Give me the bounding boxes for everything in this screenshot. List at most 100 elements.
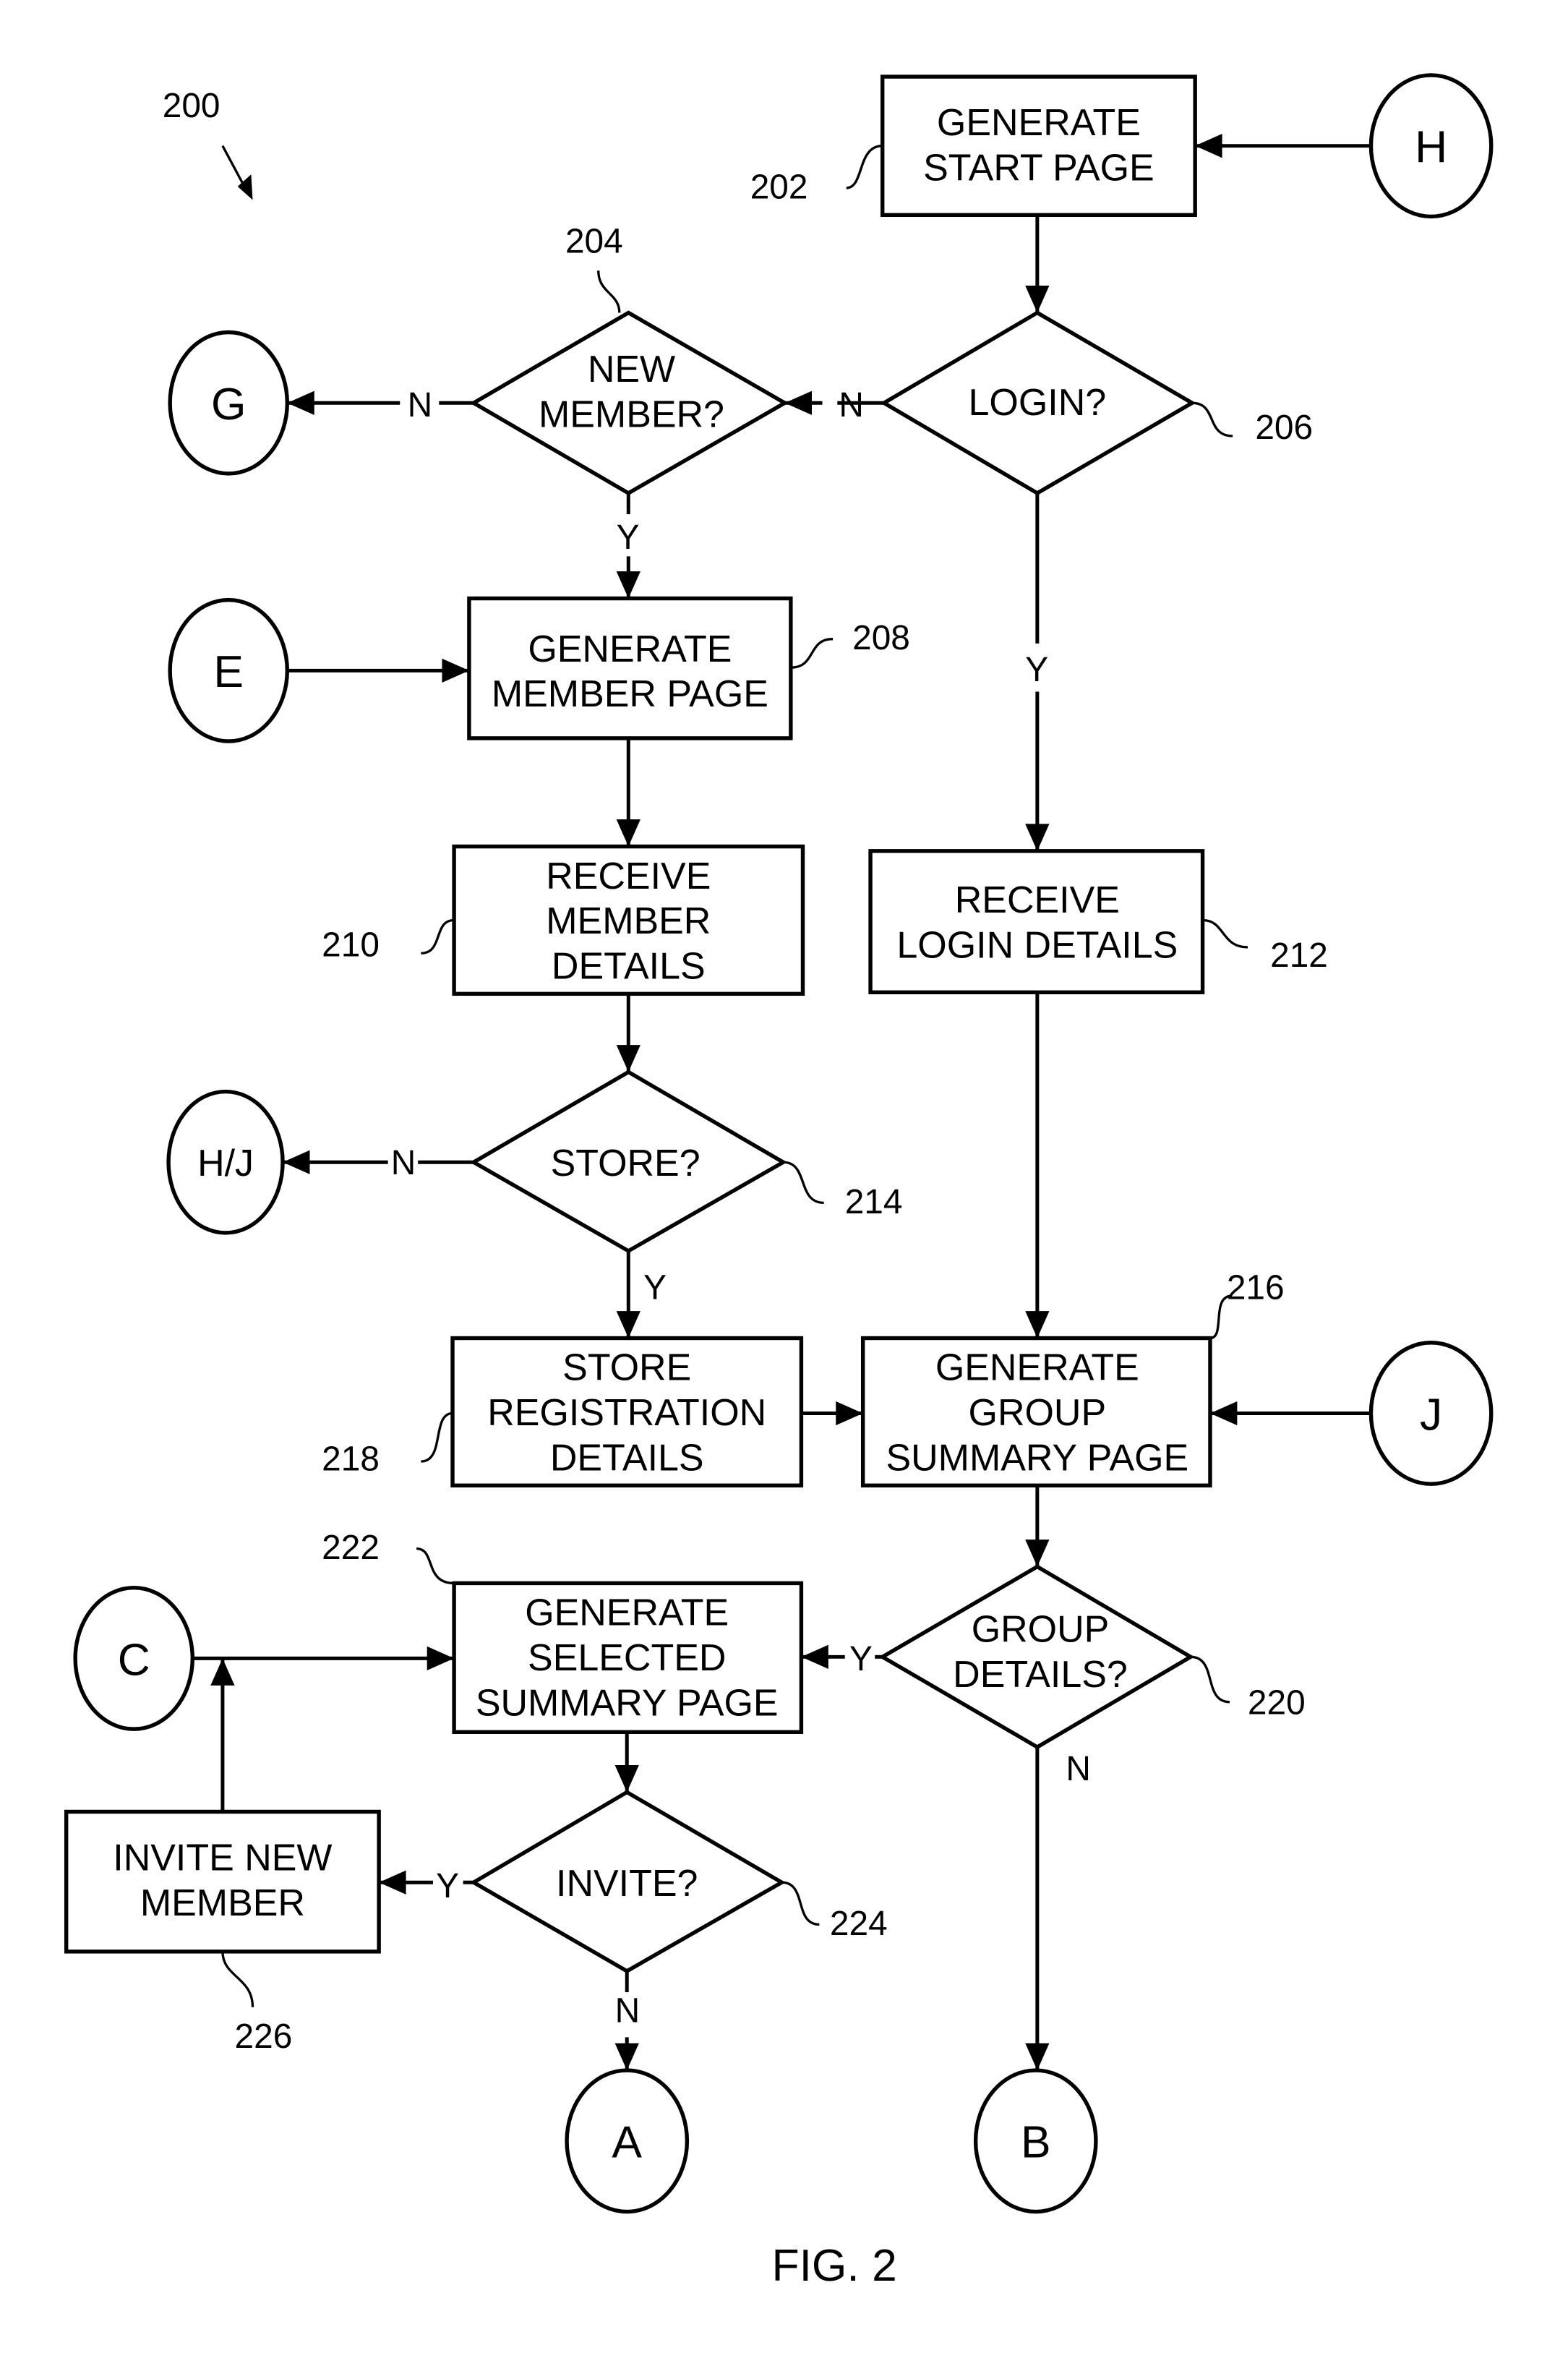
svg-text:STORE?: STORE? <box>551 1143 701 1184</box>
edge-216-to-220 <box>1025 1485 1050 1567</box>
svg-text:216: 216 <box>1227 1268 1285 1307</box>
connector-h: H <box>1368 73 1494 219</box>
edge-224-to-a-b <box>614 2037 639 2071</box>
svg-text:218: 218 <box>322 1440 380 1478</box>
svg-text:STORE: STORE <box>562 1347 691 1389</box>
svg-text:DETAILS?: DETAILS? <box>953 1654 1128 1696</box>
edge-c-to-222 <box>192 1646 455 1671</box>
edge-label-220-y: Y <box>849 1640 873 1678</box>
ref-206: 206 <box>1191 401 1313 447</box>
process-212-receive-login-details: RECEIVE LOGIN DETAILS <box>868 849 1205 994</box>
arrowhead-icon <box>616 1311 641 1338</box>
svg-text:222: 222 <box>322 1529 380 1567</box>
ref-204: 204 <box>565 222 623 313</box>
svg-text:202: 202 <box>750 168 808 206</box>
figure-label: FIG. 2 <box>772 2241 897 2291</box>
arrowhead-icon <box>836 1401 863 1426</box>
arrowhead-icon <box>379 1870 406 1895</box>
svg-text:NEW: NEW <box>588 349 675 390</box>
connector-hj: H/J <box>166 1089 285 1235</box>
svg-text:204: 204 <box>565 222 623 260</box>
edge-218-to-216 <box>801 1401 863 1426</box>
svg-text:LOGIN DETAILS: LOGIN DETAILS <box>896 924 1178 966</box>
edge-206-to-204-b <box>784 390 823 415</box>
svg-text:H: H <box>1415 123 1447 173</box>
ref-210: 210 <box>322 918 455 964</box>
arrowhead-icon <box>614 2043 639 2071</box>
svg-text:SELECTED: SELECTED <box>528 1637 726 1679</box>
edge-212-to-216 <box>1025 992 1050 1338</box>
arrowhead-icon <box>442 658 469 683</box>
svg-text:SUMMARY PAGE: SUMMARY PAGE <box>476 1682 779 1724</box>
ref-220: 220 <box>1190 1655 1306 1722</box>
arrowhead-icon <box>1025 286 1050 313</box>
process-210-receive-member-details: RECEIVE MEMBER DETAILS <box>452 844 805 996</box>
svg-text:E: E <box>213 647 244 697</box>
svg-text:H/J: H/J <box>197 1143 254 1184</box>
ref-212: 212 <box>1202 918 1328 975</box>
edge-202-to-206 <box>1025 215 1050 313</box>
svg-text:J: J <box>1420 1390 1442 1440</box>
svg-text:224: 224 <box>830 1905 888 1943</box>
process-208-generate-member-page: GENERATE MEMBER PAGE <box>467 596 793 740</box>
ref-224: 224 <box>781 1881 888 1943</box>
svg-text:RECEIVE: RECEIVE <box>955 879 1120 921</box>
arrowhead-icon <box>616 819 641 847</box>
svg-text:REGISTRATION: REGISTRATION <box>487 1392 766 1434</box>
svg-text:GENERATE: GENERATE <box>525 1592 729 1634</box>
connector-e: E <box>168 597 290 743</box>
arrowhead-icon <box>1025 1311 1050 1338</box>
arrowhead-icon <box>287 390 314 415</box>
connector-a: A <box>565 2068 690 2214</box>
decision-214-store: STORE? <box>469 1069 787 1254</box>
svg-text:GROUP: GROUP <box>969 1392 1107 1434</box>
edge-label-214-n: N <box>391 1144 416 1182</box>
edge-label-224-n: N <box>615 1992 641 2030</box>
flowchart: 200 GENERATE START PAGE NEW MEMBER? LOGI… <box>64 73 1494 2291</box>
arrowhead-icon <box>1025 1540 1050 1567</box>
decision-206-login: LOGIN? <box>880 310 1196 496</box>
connector-g: G <box>168 330 290 476</box>
svg-text:START PAGE: START PAGE <box>923 148 1154 189</box>
arrowhead-icon <box>1209 1401 1238 1426</box>
arrowhead-icon <box>1025 2043 1050 2071</box>
svg-text:GENERATE: GENERATE <box>935 1347 1139 1389</box>
svg-text:LOGIN?: LOGIN? <box>969 382 1107 424</box>
svg-text:SUMMARY PAGE: SUMMARY PAGE <box>886 1437 1188 1479</box>
svg-text:208: 208 <box>852 619 910 657</box>
figure-ref-label: 200 <box>163 87 220 125</box>
ref-214: 214 <box>783 1161 902 1221</box>
edge-208-to-210 <box>616 738 641 847</box>
edge-214-to-hj-b <box>283 1150 388 1174</box>
svg-text:GROUP: GROUP <box>972 1609 1110 1651</box>
edge-220-to-222-b <box>801 1644 845 1669</box>
connector-j: J <box>1368 1341 1494 1486</box>
ref-208: 208 <box>790 619 910 669</box>
edge-j-to-216 <box>1209 1401 1371 1426</box>
edge-226-to-c-line <box>210 1658 235 1812</box>
arrowhead-icon <box>801 1644 828 1669</box>
decision-204-new-member: NEW MEMBER? <box>469 310 789 496</box>
edges <box>192 134 1371 2071</box>
process-222-generate-selected-summary-page: GENERATE SELECTED SUMMARY PAGE <box>452 1581 804 1734</box>
process-216-generate-group-summary-page: GENERATE GROUP SUMMARY PAGE <box>860 1336 1212 1487</box>
edge-label-206-y: Y <box>1025 651 1048 689</box>
svg-text:C: C <box>118 1635 150 1685</box>
edge-222-to-224 <box>614 1732 639 1793</box>
process-226-invite-new-member: INVITE NEW MEMBER <box>64 1809 381 1954</box>
figure-ref-arrow <box>221 145 253 200</box>
svg-text:DETAILS: DETAILS <box>550 1437 704 1479</box>
ref-202: 202 <box>750 145 883 206</box>
edge-label-220-n: N <box>1066 1750 1091 1788</box>
arrowhead-icon <box>210 1658 235 1686</box>
arrowhead-icon <box>1195 134 1222 158</box>
connector-c: C <box>73 1585 195 1731</box>
svg-text:MEMBER PAGE: MEMBER PAGE <box>492 673 768 715</box>
edge-label-206-n: N <box>839 386 864 424</box>
arrowhead-icon <box>283 1150 310 1174</box>
svg-text:RECEIVE: RECEIVE <box>546 855 711 897</box>
svg-text:220: 220 <box>1248 1683 1306 1722</box>
svg-text:212: 212 <box>1270 936 1328 975</box>
arrowhead-icon <box>427 1646 455 1671</box>
arrowhead-icon <box>616 571 641 599</box>
